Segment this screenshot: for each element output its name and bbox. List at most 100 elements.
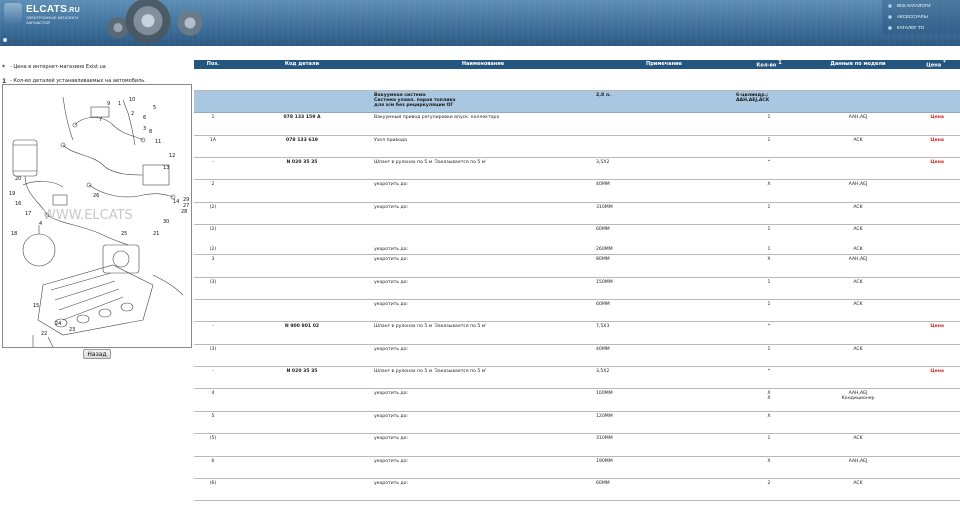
price-cell <box>912 433 960 457</box>
diagram-callout-21[interactable]: 21 <box>153 231 159 237</box>
table-row[interactable]: 5 укоротить до: 120MM X <box>194 411 960 435</box>
position-cell: - <box>194 321 232 345</box>
part-name-cell: Вакуумный привод регулировки впуск. колл… <box>372 112 594 136</box>
column-header: Кол-во 1 <box>734 60 804 69</box>
empty-cell <box>232 68 372 92</box>
logo-icon[interactable] <box>4 3 22 23</box>
column-header-label: Данные по модели <box>830 61 886 68</box>
diagram-callout-18[interactable]: 18 <box>11 231 17 237</box>
table-row[interactable]: (2) (2) укоротить до: 60MM 260MM 1 1 ACK ACK <box>194 224 960 256</box>
diagram-callout-23[interactable]: 23 <box>69 327 75 333</box>
bullet-icon <box>888 25 892 30</box>
price-link[interactable]: Цена <box>912 135 960 158</box>
menu-item-label: КАТАЛОГ ТО <box>897 25 925 30</box>
diagram-callout-17[interactable]: 17 <box>25 211 31 217</box>
part-name-cell: укоротить до: <box>372 388 594 412</box>
diagram-callout-22[interactable]: 22 <box>41 331 47 337</box>
table-row[interactable]: 6 укоротить до: 190MM X AAH,AEJ <box>194 456 960 480</box>
diagram-callout-28[interactable]: 28 <box>181 209 187 215</box>
part-code-cell[interactable]: 078 133 619 <box>232 135 372 158</box>
menu-item-all-catalogs[interactable]: ВСЕ КАТАЛОГИ <box>882 0 960 11</box>
column-header-mark: * <box>943 60 946 66</box>
table-row[interactable]: (3) укоротить до: 40MM 1 ACK <box>194 344 960 368</box>
part-name-cell: укоротить до: <box>372 433 594 457</box>
part-code-cell <box>232 433 372 457</box>
part-code-cell <box>232 344 372 368</box>
table-row[interactable]: укоротить до: 60MM 1 ACK <box>194 299 960 323</box>
diagram-callout-9[interactable]: 9 <box>107 101 110 107</box>
table-row[interactable]: -N 020 35 35 Шланг в рулонах по 5 м 'Зака… <box>194 157 960 181</box>
diagram-callout-2[interactable]: 2 <box>131 111 134 117</box>
diagram-callout-11[interactable]: 11 <box>155 139 161 145</box>
diagram-callout-6[interactable]: 6 <box>143 115 146 121</box>
diagram-callout-30[interactable]: 30 <box>163 219 169 225</box>
menu-item-maintenance-catalog[interactable]: КАТАЛОГ ТО <box>882 22 960 33</box>
column-header-label: Примечание <box>646 61 682 68</box>
diagram-callout-29[interactable]: 29 <box>183 197 189 203</box>
table-row[interactable]: (3) укоротить до: 150MM 1 ACK <box>194 277 960 300</box>
column-header-label: Наименование <box>461 61 505 68</box>
table-row[interactable]: -N 020 35 35 Шланг в рулонах по 5 м 'Зака… <box>194 366 960 390</box>
diagram-callout-1[interactable]: 1 <box>118 101 121 107</box>
diagram-callout-16[interactable]: 16 <box>15 201 21 207</box>
diagram-callout-7[interactable]: 7 <box>99 117 102 123</box>
position-cell: 4 <box>194 388 232 412</box>
table-row[interactable]: 2 укоротить до: 40MM X AAH,AEJ <box>194 179 960 203</box>
table-row[interactable]: 3 укоротить до: 80MM X AAH,AEJ <box>194 254 960 278</box>
part-code-cell[interactable]: N 020 35 35 <box>232 366 372 390</box>
part-code-cell[interactable]: 078 133 159 A <box>232 112 372 136</box>
model-data-cell: ACK <box>804 478 912 502</box>
part-code-cell[interactable]: N 020 35 35 <box>232 157 372 181</box>
legend-text: - Цена в интернет-магазине Exist.ua <box>10 64 106 70</box>
quantity-cell: XX <box>734 388 804 412</box>
group-model-cell: 6-цилиндр.; AAH,AEJ,ACK <box>734 90 804 114</box>
diagram-callout-24[interactable]: 24 <box>55 321 61 327</box>
diagram-callout-10[interactable]: 10 <box>129 97 135 103</box>
diagram-callout-3[interactable]: 3 <box>143 126 146 132</box>
parts-diagram[interactable]: 1 2 3 4 5 6 7 8 9 10 11 12 13 14 15 16 17 18 19 20 21 22 23 24 2… <box>2 84 192 348</box>
position-cell: (3) <box>194 277 232 300</box>
part-code-cell <box>232 202 372 226</box>
table-row[interactable]: (6) укоротить до: 60MM 2 ACK <box>194 478 960 502</box>
diagram-callout-14[interactable]: 14 <box>173 199 179 205</box>
column-header: Поз. <box>194 60 232 69</box>
position-cell: (6) <box>194 478 232 502</box>
part-code-cell[interactable]: N 900 801 02 <box>232 321 372 345</box>
diagram-callout-5[interactable]: 5 <box>153 105 156 111</box>
diagram-callout-19[interactable]: 19 <box>9 191 15 197</box>
table-row[interactable]: 1 078 133 159 A Вакуумный привод регулиров… <box>194 112 960 136</box>
diagram-callout-20[interactable]: 20 <box>15 176 21 182</box>
note-cell: 150MM <box>594 277 734 300</box>
back-button[interactable]: Назад <box>83 349 111 359</box>
site-logo[interactable]: ELCATS.RU <box>26 4 80 15</box>
diagram-callout-26[interactable]: 26 <box>93 193 99 199</box>
diagram-callout-13[interactable]: 13 <box>163 165 169 171</box>
position-cell: - <box>194 157 232 181</box>
header-bullet-icon <box>3 38 7 42</box>
model-data-cell <box>804 157 912 181</box>
model-data-cell: ACK <box>804 202 912 226</box>
diagram-callout-15[interactable]: 15 <box>33 303 39 309</box>
diagram-callout-8[interactable]: 8 <box>149 129 152 135</box>
table-row[interactable]: (2) укоротить до: 310MM 1 ACK <box>194 202 960 226</box>
position-cell: (2) <box>194 202 232 226</box>
price-link[interactable]: Цена <box>912 112 960 136</box>
quantity-cell: 1 <box>734 344 804 368</box>
table-row[interactable]: (5) укоротить до: 310MM 1 ACK <box>194 433 960 457</box>
table-row[interactable]: 1A 078 133 619 Узел привода 1 ACK Цена <box>194 135 960 158</box>
price-link[interactable]: Цена <box>912 366 960 390</box>
table-row[interactable]: 4 укоротить до: 100MM X X AAH,AEJ Кондиционер <box>194 388 960 412</box>
table-row[interactable]: -N 900 801 02 Шланг в рулонах по 5 м 'Зак… <box>194 321 960 345</box>
note-cell: 60MM 260MM <box>594 224 734 256</box>
price-link[interactable]: Цена <box>912 321 960 345</box>
price-link[interactable]: Цена <box>912 157 960 181</box>
diagram-callout-12[interactable]: 12 <box>169 153 175 159</box>
menu-item-accessories[interactable]: АКСЕССУАРЫ <box>882 11 960 22</box>
diagram-callout-4[interactable]: 4 <box>39 221 42 227</box>
note-cell: 40MM <box>594 179 734 203</box>
bullet-icon <box>888 14 892 19</box>
diagram-callout-25[interactable]: 25 <box>121 231 127 237</box>
bullet-icon <box>888 3 892 8</box>
note-cell: 60MM <box>594 478 734 502</box>
parts-table-container: Поз. Код детали Наименование Примечание Кол-… <box>194 60 960 510</box>
